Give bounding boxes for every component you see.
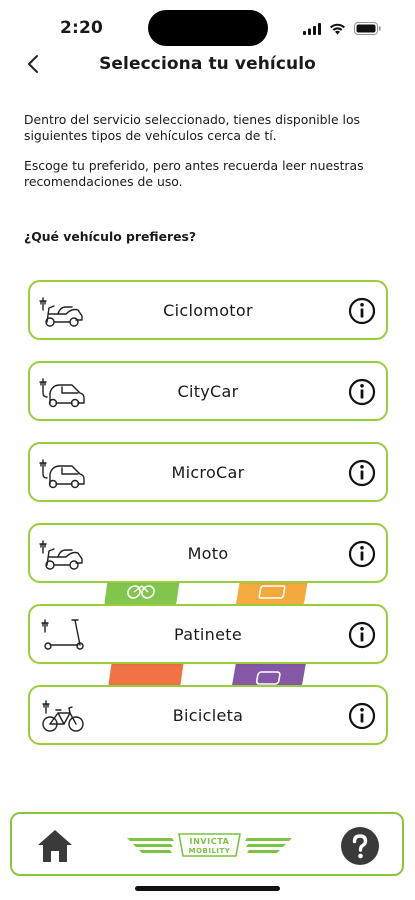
- dynamic-island: [148, 10, 268, 46]
- vehicle-option-citycar[interactable]: CityCar: [28, 361, 388, 421]
- bottom-navigation-bar: INVICTA MOBILITY: [10, 812, 404, 876]
- status-time: 2:20: [60, 18, 104, 38]
- decorative-splash: [231, 660, 307, 688]
- electric-microcar-icon: [38, 454, 86, 492]
- info-icon[interactable]: [348, 621, 376, 649]
- header: Selecciona tu vehículo: [0, 48, 415, 84]
- help-icon: [340, 827, 380, 870]
- info-icon[interactable]: [348, 540, 376, 568]
- battery-icon: [354, 20, 381, 39]
- electric-kick-scooter-icon: [38, 616, 86, 654]
- intro-paragraph: Dentro del servicio seleccionado, tienes…: [24, 112, 361, 143]
- status-bar: 2:20: [0, 0, 415, 52]
- brand-logo: INVICTA MOBILITY: [127, 830, 292, 860]
- vehicle-option-ciclomotor[interactable]: Ciclomotor: [28, 280, 388, 340]
- brand-line1: INVICTA: [190, 837, 230, 846]
- help-button[interactable]: [340, 826, 380, 866]
- electric-scooter-moped-icon: [38, 292, 86, 330]
- intro-paragraph: Escoge tu preferido, pero antes recuerda…: [24, 158, 364, 189]
- vehicle-option-patinete[interactable]: Patinete: [28, 604, 388, 664]
- signal-icon: [303, 20, 321, 39]
- home-icon: [36, 830, 74, 868]
- vehicle-option-bicicleta[interactable]: Bicicleta: [28, 685, 388, 745]
- wifi-icon: [329, 20, 346, 39]
- vehicle-option-moto[interactable]: Moto: [28, 523, 388, 583]
- info-icon[interactable]: [348, 297, 376, 325]
- decorative-splash: [108, 660, 184, 688]
- intro-text: Dentro del servicio seleccionado, tienes…: [24, 112, 396, 204]
- home-indicator: [135, 886, 280, 891]
- question-label: ¿Qué vehículo prefieres?: [24, 229, 197, 244]
- electric-motorbike-icon: [38, 535, 86, 573]
- info-icon[interactable]: [348, 702, 376, 730]
- info-icon[interactable]: [348, 378, 376, 406]
- electric-car-icon: [38, 373, 86, 411]
- page-title: Selecciona tu vehículo: [99, 54, 316, 74]
- home-button[interactable]: [36, 828, 74, 864]
- vehicle-option-microcar[interactable]: MicroCar: [28, 442, 388, 502]
- info-icon[interactable]: [348, 459, 376, 487]
- brand-line2: MOBILITY: [189, 847, 231, 855]
- status-icons: [303, 20, 381, 39]
- electric-bicycle-icon: [38, 697, 86, 735]
